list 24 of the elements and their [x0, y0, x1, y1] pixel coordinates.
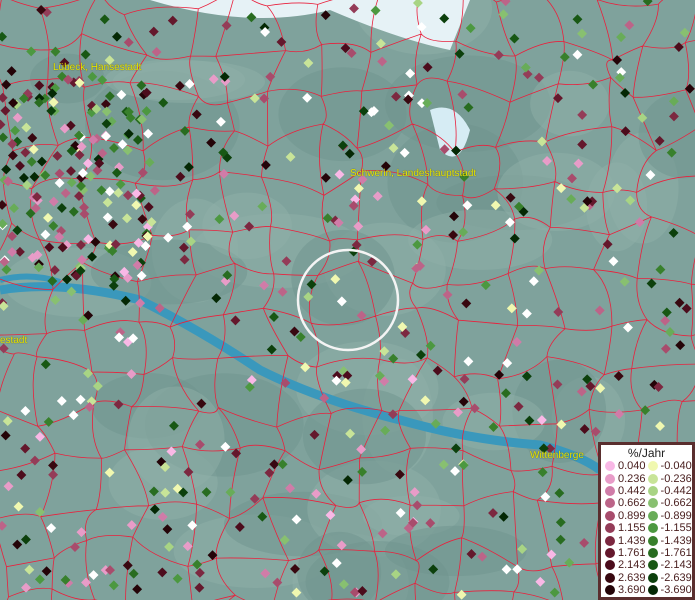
legend-value: 1.439 — [618, 534, 646, 547]
legend-value: 3.690 — [618, 584, 646, 596]
legend-value: 2.639 — [618, 572, 646, 584]
legend-value: 0.662 — [618, 497, 646, 510]
legend-value: 1.155 — [618, 522, 646, 534]
legend-value: 0.442 — [618, 484, 646, 497]
legend-title: %/Jahr — [626, 446, 666, 460]
legend-value: -0.662 — [660, 497, 692, 510]
place-label: estadt — [0, 335, 28, 346]
legend-value: -0.899 — [660, 510, 692, 522]
legend-value: 2.143 — [618, 559, 646, 572]
legend-value: -2.639 — [660, 572, 692, 584]
legend-value: 0.899 — [618, 510, 646, 522]
legend-value: 1.761 — [618, 546, 646, 559]
legend-value: -0.236 — [660, 472, 692, 485]
legend-value: -0.040 — [660, 460, 692, 472]
legend-value: -1.155 — [660, 522, 692, 534]
legend-value: -1.761 — [660, 546, 692, 559]
legend-value: -3.690 — [660, 584, 692, 596]
legend-value: -2.143 — [660, 559, 692, 572]
legend-value: 0.040 — [618, 460, 646, 472]
legend-value: 0.236 — [618, 472, 646, 485]
legend-value: -1.439 — [660, 534, 692, 547]
legend-value: -0.442 — [660, 484, 692, 497]
